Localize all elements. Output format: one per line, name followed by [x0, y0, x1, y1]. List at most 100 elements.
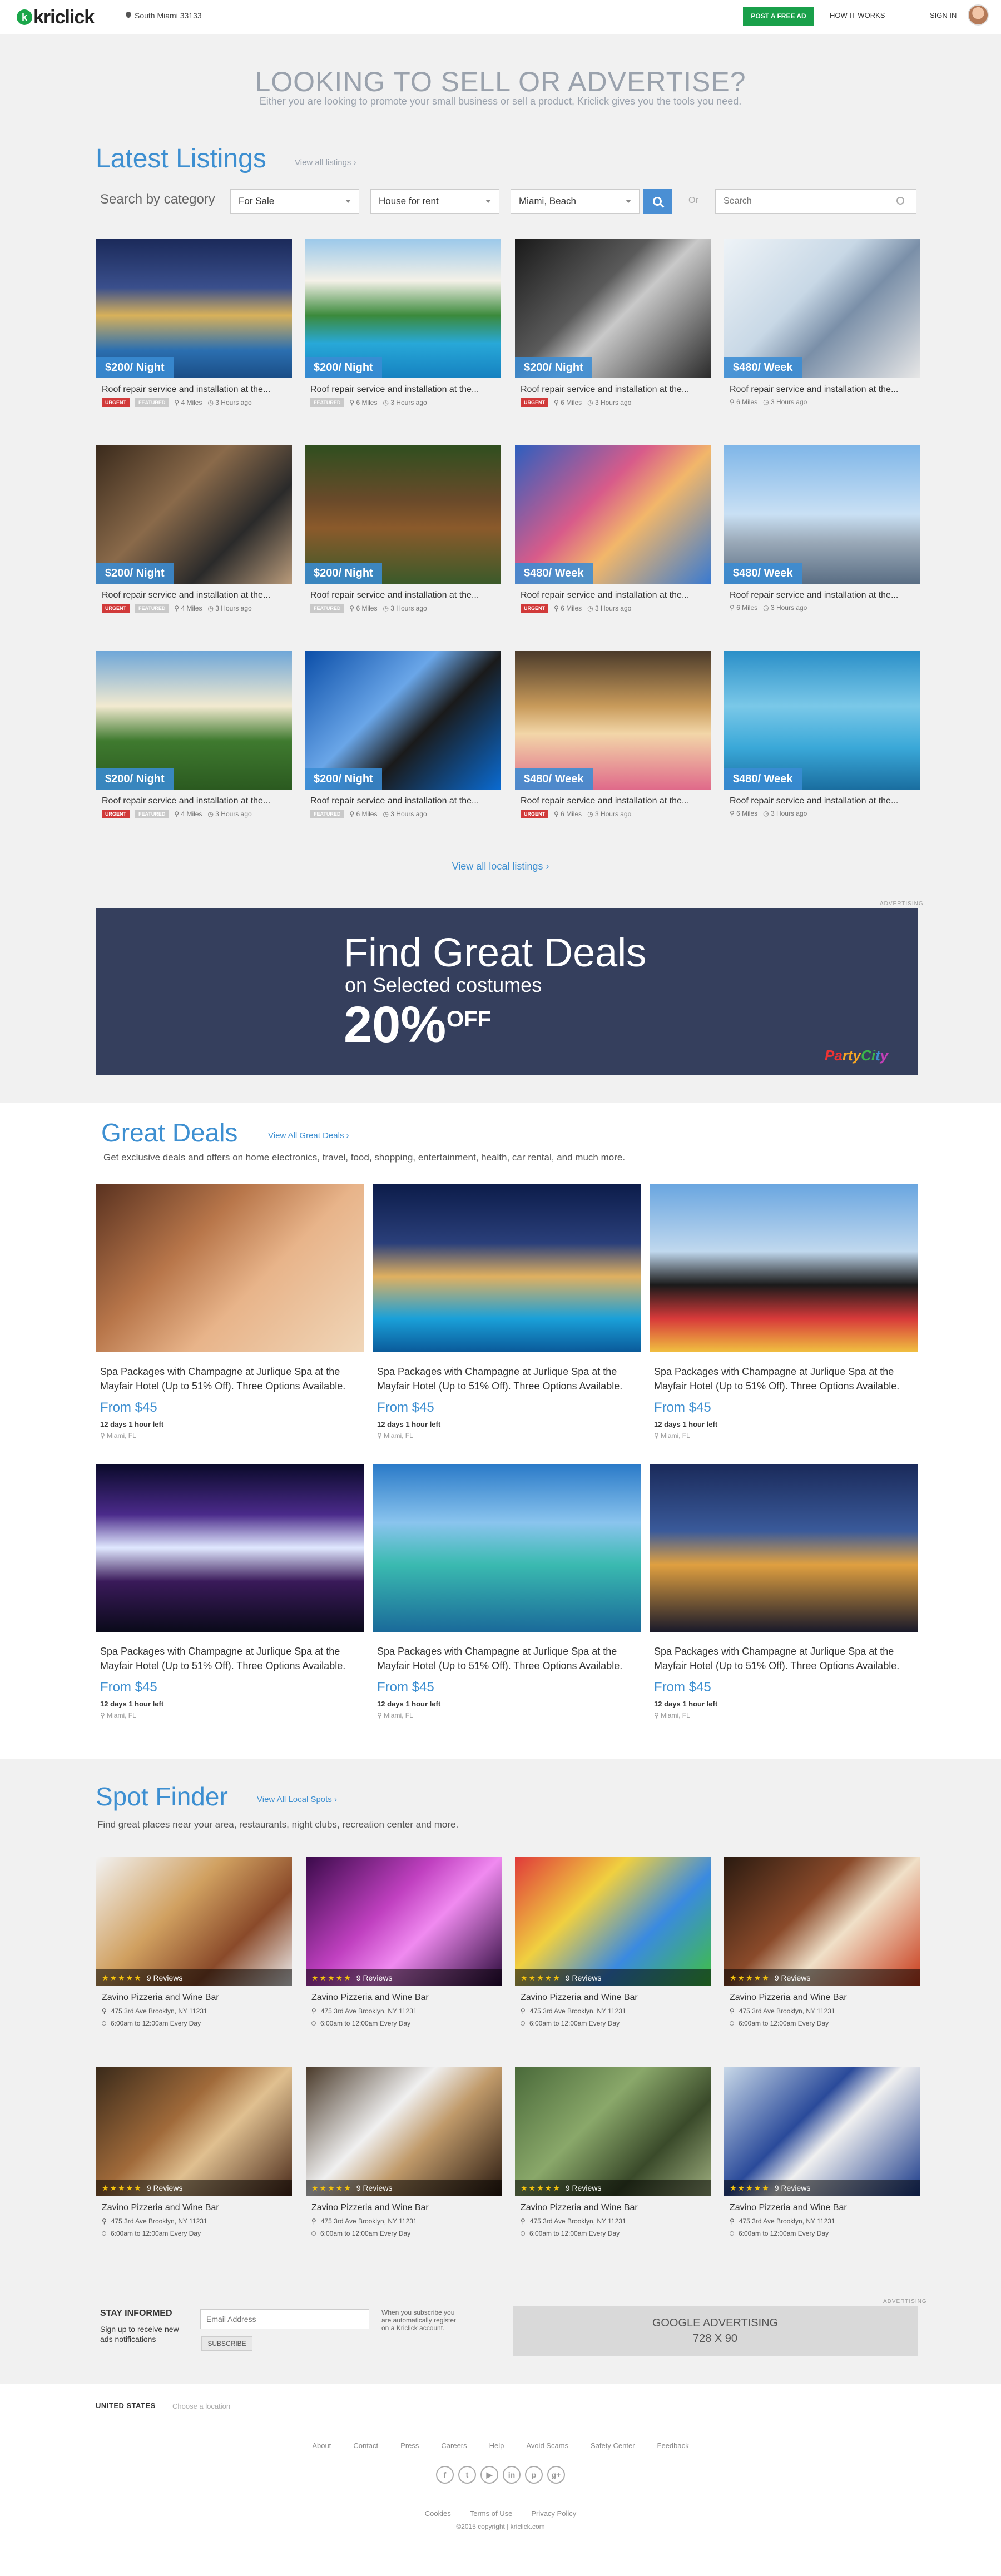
listing-title[interactable]: Roof repair service and installation at … — [102, 796, 286, 806]
listing-image[interactable]: $200/ Night — [305, 445, 500, 584]
listing-image[interactable]: $200/ Night — [305, 651, 500, 790]
terms-link[interactable]: Terms of Use — [470, 2509, 513, 2518]
spot-name[interactable]: Zavino Pizzeria and Wine Bar — [311, 2203, 496, 2213]
deal-card[interactable]: Spa Packages with Champagne at Jurlique … — [373, 1464, 641, 1719]
spot-image[interactable]: ★★★★★ 9 Reviews — [306, 1857, 502, 1986]
deal-card[interactable]: Spa Packages with Champagne at Jurlique … — [650, 1464, 918, 1719]
linkedin-icon[interactable]: in — [503, 2466, 521, 2484]
listing-card[interactable]: $200/ Night Roof repair service and insta… — [305, 651, 500, 818]
deal-title[interactable]: Spa Packages with Champagne at Jurlique … — [100, 1644, 359, 1673]
sign-in-link[interactable]: SIGN IN — [930, 11, 957, 19]
listing-title[interactable]: Roof repair service and installation at … — [102, 385, 286, 395]
location-select[interactable]: Miami, Beach — [511, 189, 640, 214]
review-count[interactable]: 9 Reviews — [566, 2183, 602, 2192]
listing-card[interactable]: $480/ Week Roof repair service and instal… — [515, 445, 711, 613]
review-count[interactable]: 9 Reviews — [775, 2183, 811, 2192]
listing-title[interactable]: Roof repair service and installation at … — [521, 590, 705, 600]
listing-title[interactable]: Roof repair service and installation at … — [102, 590, 286, 600]
spot-image[interactable]: ★★★★★ 9 Reviews — [724, 1857, 920, 1986]
listing-card[interactable]: $480/ Week Roof repair service and instal… — [515, 651, 711, 818]
deal-card[interactable]: Spa Packages with Champagne at Jurlique … — [650, 1184, 918, 1440]
twitter-icon[interactable]: t — [458, 2466, 476, 2484]
deal-image[interactable] — [96, 1184, 364, 1352]
spot-image[interactable]: ★★★★★ 9 Reviews — [96, 1857, 292, 1986]
location-selector[interactable]: South Miami 33133 — [126, 11, 202, 20]
spot-image[interactable]: ★★★★★ 9 Reviews — [306, 2067, 502, 2196]
view-all-listings-link[interactable]: View all listings › — [295, 158, 356, 167]
review-count[interactable]: 9 Reviews — [356, 2183, 393, 2192]
email-field[interactable] — [200, 2309, 369, 2329]
listing-card[interactable]: $200/ Night Roof repair service and insta… — [96, 239, 292, 407]
post-free-ad-button[interactable]: POST A FREE AD — [743, 7, 814, 26]
listing-title[interactable]: Roof repair service and installation at … — [310, 590, 495, 600]
listing-image[interactable]: $200/ Night — [96, 651, 292, 790]
googleplus-icon[interactable]: g+ — [547, 2466, 565, 2484]
listing-image[interactable]: $480/ Week — [724, 651, 920, 790]
spot-card[interactable]: ★★★★★ 9 Reviews Zavino Pizzeria and Wine B… — [724, 2067, 920, 2237]
listing-image[interactable]: $480/ Week — [724, 239, 920, 378]
deal-card[interactable]: Spa Packages with Champagne at Jurlique … — [96, 1184, 364, 1440]
listing-image[interactable]: $200/ Night — [305, 239, 500, 378]
listing-title[interactable]: Roof repair service and installation at … — [730, 385, 914, 395]
listing-title[interactable]: Roof repair service and installation at … — [730, 590, 914, 600]
listing-title[interactable]: Roof repair service and installation at … — [310, 796, 495, 806]
category-select[interactable]: For Sale — [230, 189, 359, 214]
deal-title[interactable]: Spa Packages with Champagne at Jurlique … — [654, 1364, 913, 1393]
subcategory-select[interactable]: House for rent — [370, 189, 499, 214]
view-all-local-listings-link[interactable]: View all local listings › — [0, 861, 1001, 872]
listing-image[interactable]: $480/ Week — [724, 445, 920, 584]
subscribe-button[interactable]: SUBSCRIBE — [201, 2336, 252, 2351]
deal-title[interactable]: Spa Packages with Champagne at Jurlique … — [377, 1644, 636, 1673]
listing-card[interactable]: $480/ Week Roof repair service and instal… — [724, 445, 920, 612]
listing-card[interactable]: $480/ Week Roof repair service and instal… — [724, 239, 920, 406]
deal-title[interactable]: Spa Packages with Champagne at Jurlique … — [377, 1364, 636, 1393]
listing-image[interactable]: $480/ Week — [515, 651, 711, 790]
spot-card[interactable]: ★★★★★ 9 Reviews Zavino Pizzeria and Wine B… — [96, 2067, 292, 2237]
listing-image[interactable]: $200/ Night — [96, 445, 292, 584]
deal-card[interactable]: Spa Packages with Champagne at Jurlique … — [96, 1464, 364, 1719]
facebook-icon[interactable]: f — [436, 2466, 454, 2484]
spot-image[interactable]: ★★★★★ 9 Reviews — [96, 2067, 292, 2196]
listing-card[interactable]: $200/ Night Roof repair service and insta… — [305, 445, 500, 613]
footer-link-safety-center[interactable]: Safety Center — [591, 2441, 635, 2450]
spot-name[interactable]: Zavino Pizzeria and Wine Bar — [521, 1993, 705, 2003]
spot-card[interactable]: ★★★★★ 9 Reviews Zavino Pizzeria and Wine B… — [724, 1857, 920, 2027]
footer-link-avoid-scams[interactable]: Avoid Scams — [526, 2441, 568, 2450]
footer-link-press[interactable]: Press — [400, 2441, 419, 2450]
spot-name[interactable]: Zavino Pizzeria and Wine Bar — [311, 1993, 496, 2003]
spot-image[interactable]: ★★★★★ 9 Reviews — [515, 2067, 711, 2196]
review-count[interactable]: 9 Reviews — [356, 1973, 393, 1982]
promo-banner[interactable]: Find Great Deals on Selected costumes 20… — [96, 908, 918, 1075]
google-ad-slot[interactable]: GOOGLE ADVERTISING 728 X 90 — [513, 2306, 918, 2356]
spot-name[interactable]: Zavino Pizzeria and Wine Bar — [730, 1993, 914, 2003]
privacy-link[interactable]: Privacy Policy — [531, 2509, 576, 2518]
spot-card[interactable]: ★★★★★ 9 Reviews Zavino Pizzeria and Wine B… — [515, 1857, 711, 2027]
choose-location-link[interactable]: Choose a location — [172, 2402, 230, 2410]
listing-card[interactable]: $200/ Night Roof repair service and insta… — [305, 239, 500, 407]
spot-name[interactable]: Zavino Pizzeria and Wine Bar — [730, 2203, 914, 2213]
spot-image[interactable]: ★★★★★ 9 Reviews — [515, 1857, 711, 1986]
deal-image[interactable] — [650, 1464, 918, 1632]
listing-title[interactable]: Roof repair service and installation at … — [521, 796, 705, 806]
spot-card[interactable]: ★★★★★ 9 Reviews Zavino Pizzeria and Wine B… — [306, 2067, 502, 2237]
spot-name[interactable]: Zavino Pizzeria and Wine Bar — [102, 2203, 286, 2213]
listing-card[interactable]: $200/ Night Roof repair service and insta… — [96, 651, 292, 818]
spot-card[interactable]: ★★★★★ 9 Reviews Zavino Pizzeria and Wine B… — [515, 2067, 711, 2237]
deal-image[interactable] — [373, 1464, 641, 1632]
listing-card[interactable]: $200/ Night Roof repair service and insta… — [96, 445, 292, 613]
avatar[interactable] — [968, 4, 989, 26]
listing-image[interactable]: $200/ Night — [96, 239, 292, 378]
footer-link-feedback[interactable]: Feedback — [657, 2441, 689, 2450]
listing-card[interactable]: $480/ Week Roof repair service and instal… — [724, 651, 920, 817]
youtube-icon[interactable]: ▶ — [480, 2466, 498, 2484]
search-input[interactable] — [715, 189, 916, 214]
footer-link-help[interactable]: Help — [489, 2441, 504, 2450]
deal-title[interactable]: Spa Packages with Champagne at Jurlique … — [654, 1644, 913, 1673]
listing-card[interactable]: $200/ Night Roof repair service and insta… — [515, 239, 711, 407]
review-count[interactable]: 9 Reviews — [775, 1973, 811, 1982]
spot-name[interactable]: Zavino Pizzeria and Wine Bar — [521, 2203, 705, 2213]
view-all-great-deals-link[interactable]: View All Great Deals › — [268, 1131, 349, 1140]
footer-link-about[interactable]: About — [312, 2441, 331, 2450]
footer-link-careers[interactable]: Careers — [441, 2441, 467, 2450]
deal-card[interactable]: Spa Packages with Champagne at Jurlique … — [373, 1184, 641, 1440]
